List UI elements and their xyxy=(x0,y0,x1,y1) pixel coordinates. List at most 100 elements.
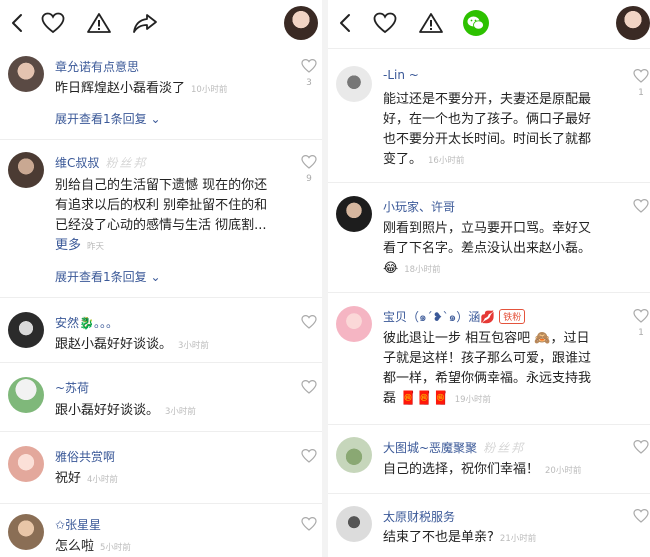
avatar[interactable] xyxy=(336,306,372,342)
comment-text: 自己的选择，祝你们幸福！ 20小时前 xyxy=(383,460,581,481)
comment-line: 子就是这样！孩子那么可爱，跟谁过 xyxy=(383,351,592,366)
chevron-down-icon: ⌄ xyxy=(150,112,161,126)
username[interactable]: 雅俗共赏啊 xyxy=(55,448,115,465)
chevron-down-icon: ⌄ xyxy=(150,270,161,284)
comment-line: 磊 🧧🧧🧧 xyxy=(383,391,449,406)
avatar[interactable] xyxy=(336,66,372,102)
avatar[interactable] xyxy=(8,152,44,188)
comment-text: 跟小磊好好谈谈。 3小时前 xyxy=(55,401,196,422)
avatar[interactable] xyxy=(8,514,44,550)
timestamp: 19小时前 xyxy=(454,395,492,405)
heart-icon[interactable] xyxy=(633,508,649,524)
divider xyxy=(0,431,322,432)
heart-icon[interactable] xyxy=(38,8,68,38)
avatar[interactable] xyxy=(336,437,372,473)
heart-icon[interactable] xyxy=(301,154,317,170)
comment-line: 彼此退让一步 相互包容吧 🙈，过日 xyxy=(383,331,590,346)
username[interactable]: 小玩家、许哥 xyxy=(383,198,455,215)
timestamp: 3小时前 xyxy=(178,341,209,351)
comment-text: 彼此退让一步 相互包容吧 🙈，过日 子就是这样！孩子那么可爱，跟谁过 都一样，希… xyxy=(383,329,591,410)
username-text: 大图城~恶魔聚聚 xyxy=(383,441,478,455)
timestamp: 18小时前 xyxy=(404,265,441,275)
heart-icon[interactable] xyxy=(633,439,649,455)
username[interactable]: -Lin ~ xyxy=(383,68,419,82)
back-icon[interactable] xyxy=(330,8,360,38)
comment-line: 别给自己的生活留下遗憾 现在的你还 xyxy=(55,178,268,193)
comment-line: 已经没了心动的感情与生活 彻底割... xyxy=(55,218,267,233)
heart-icon[interactable] xyxy=(301,379,317,395)
heart-icon[interactable] xyxy=(301,58,317,74)
comment-text: 怎么啦 5小时前 xyxy=(55,537,131,557)
heart-icon[interactable] xyxy=(633,308,649,324)
timestamp: 4小时前 xyxy=(87,475,118,485)
username[interactable]: 安然🐉。。。 xyxy=(55,314,118,331)
username[interactable]: 宝贝（๑´❥`๑）涵💋 铁粉 xyxy=(383,308,526,327)
left-panel: 章允诺有点意思 昨日辉煌赵小磊看淡了 10小时前 3 展开查看1条回复 ⌄ 维C叔… xyxy=(0,0,322,557)
timestamp: 16小时前 xyxy=(428,156,465,166)
avatar[interactable] xyxy=(8,56,44,92)
comment-body: 跟赵小磊好好谈谈。 xyxy=(55,337,173,352)
username-text: 宝贝（๑´❥`๑）涵💋 xyxy=(383,310,496,324)
comment-text: 刚看到照片，立马要开口骂。幸好又 看了下名字。差点没认出来赵小磊。 😂 18小时前 xyxy=(383,219,591,280)
more-link[interactable]: 更多 xyxy=(55,238,81,253)
like-count: 1 xyxy=(638,88,644,98)
username[interactable]: 章允诺有点意思 xyxy=(55,58,139,75)
expand-replies-link[interactable]: 展开查看1条回复 ⌄ xyxy=(55,268,161,285)
right-panel: -Lin ~ 能过还是不要分开，夫妻还是原配最 好，在一个也为了孩子。俩口子最好… xyxy=(328,0,650,557)
warning-icon[interactable] xyxy=(416,8,446,38)
comment-body: 结束了不也是单亲? xyxy=(383,530,494,545)
heart-icon[interactable] xyxy=(301,516,317,532)
heart-icon[interactable] xyxy=(633,68,649,84)
divider xyxy=(0,297,322,298)
watermark: 粉丝邦 xyxy=(483,441,526,455)
divider xyxy=(0,362,322,363)
like-count: 3 xyxy=(306,78,312,88)
heart-icon[interactable] xyxy=(633,198,649,214)
avatar[interactable] xyxy=(616,6,650,40)
divider xyxy=(328,292,650,293)
heart-icon[interactable] xyxy=(301,448,317,464)
avatar[interactable] xyxy=(8,312,44,348)
divider xyxy=(328,182,650,183)
like-count: 1 xyxy=(638,328,644,338)
fan-badge: 铁粉 xyxy=(499,309,526,324)
avatar[interactable] xyxy=(336,506,372,542)
username[interactable]: 大图城~恶魔聚聚 粉丝邦 xyxy=(383,439,525,456)
comment-body: 怎么啦 xyxy=(55,539,95,554)
comment-body: 跟小磊好好谈谈。 xyxy=(55,403,160,418)
share-icon[interactable] xyxy=(130,8,160,38)
comment-text: 能过还是不要分开，夫妻还是原配最 好，在一个也为了孩子。俩口子最好 也不要分开太… xyxy=(383,90,591,171)
comment-text: 结束了不也是单亲? 21小时前 xyxy=(383,528,536,549)
timestamp: 5小时前 xyxy=(100,543,131,553)
username[interactable]: ~苏荷 xyxy=(55,379,89,396)
timestamp: 20小时前 xyxy=(545,466,582,476)
divider xyxy=(0,139,322,140)
comment-line: 也不要分开太长时间。时间长了就都 xyxy=(383,132,592,147)
timestamp: 昨天 xyxy=(87,242,105,252)
watermark: 粉丝邦 xyxy=(105,156,148,170)
top-bar xyxy=(0,0,322,46)
username[interactable]: ✩张星星 xyxy=(55,516,101,533)
timestamp: 10小时前 xyxy=(191,85,228,95)
comment-line: 看了下名字。差点没认出来赵小磊。 xyxy=(383,241,592,256)
heart-icon[interactable] xyxy=(370,8,400,38)
comment-line: 变了。 xyxy=(383,152,423,167)
comment-body: 自己的选择，祝你们幸福！ xyxy=(383,462,540,477)
timestamp: 21小时前 xyxy=(499,534,537,544)
expand-replies-link[interactable]: 展开查看1条回复 ⌄ xyxy=(55,110,161,127)
heart-icon[interactable] xyxy=(301,314,317,330)
username[interactable]: 维C叔叔 粉丝邦 xyxy=(55,154,147,171)
avatar[interactable] xyxy=(284,6,318,40)
avatar[interactable] xyxy=(8,446,44,482)
comment-line: 好，在一个也为了孩子。俩口子最好 xyxy=(383,112,592,127)
comment-line: 有追求以后的权利 别牵扯留不住的和 xyxy=(55,198,268,213)
wechat-icon[interactable] xyxy=(461,8,491,38)
back-icon[interactable] xyxy=(2,8,32,38)
comment-line: 刚看到照片，立马要开口骂。幸好又 xyxy=(383,221,592,236)
expand-label: 展开查看1条回复 xyxy=(55,112,147,126)
comment-body: 祝好 xyxy=(55,471,82,486)
avatar[interactable] xyxy=(8,377,44,413)
warning-icon[interactable] xyxy=(84,8,114,38)
avatar[interactable] xyxy=(336,196,372,232)
username[interactable]: 太原财税服务 xyxy=(383,508,455,525)
